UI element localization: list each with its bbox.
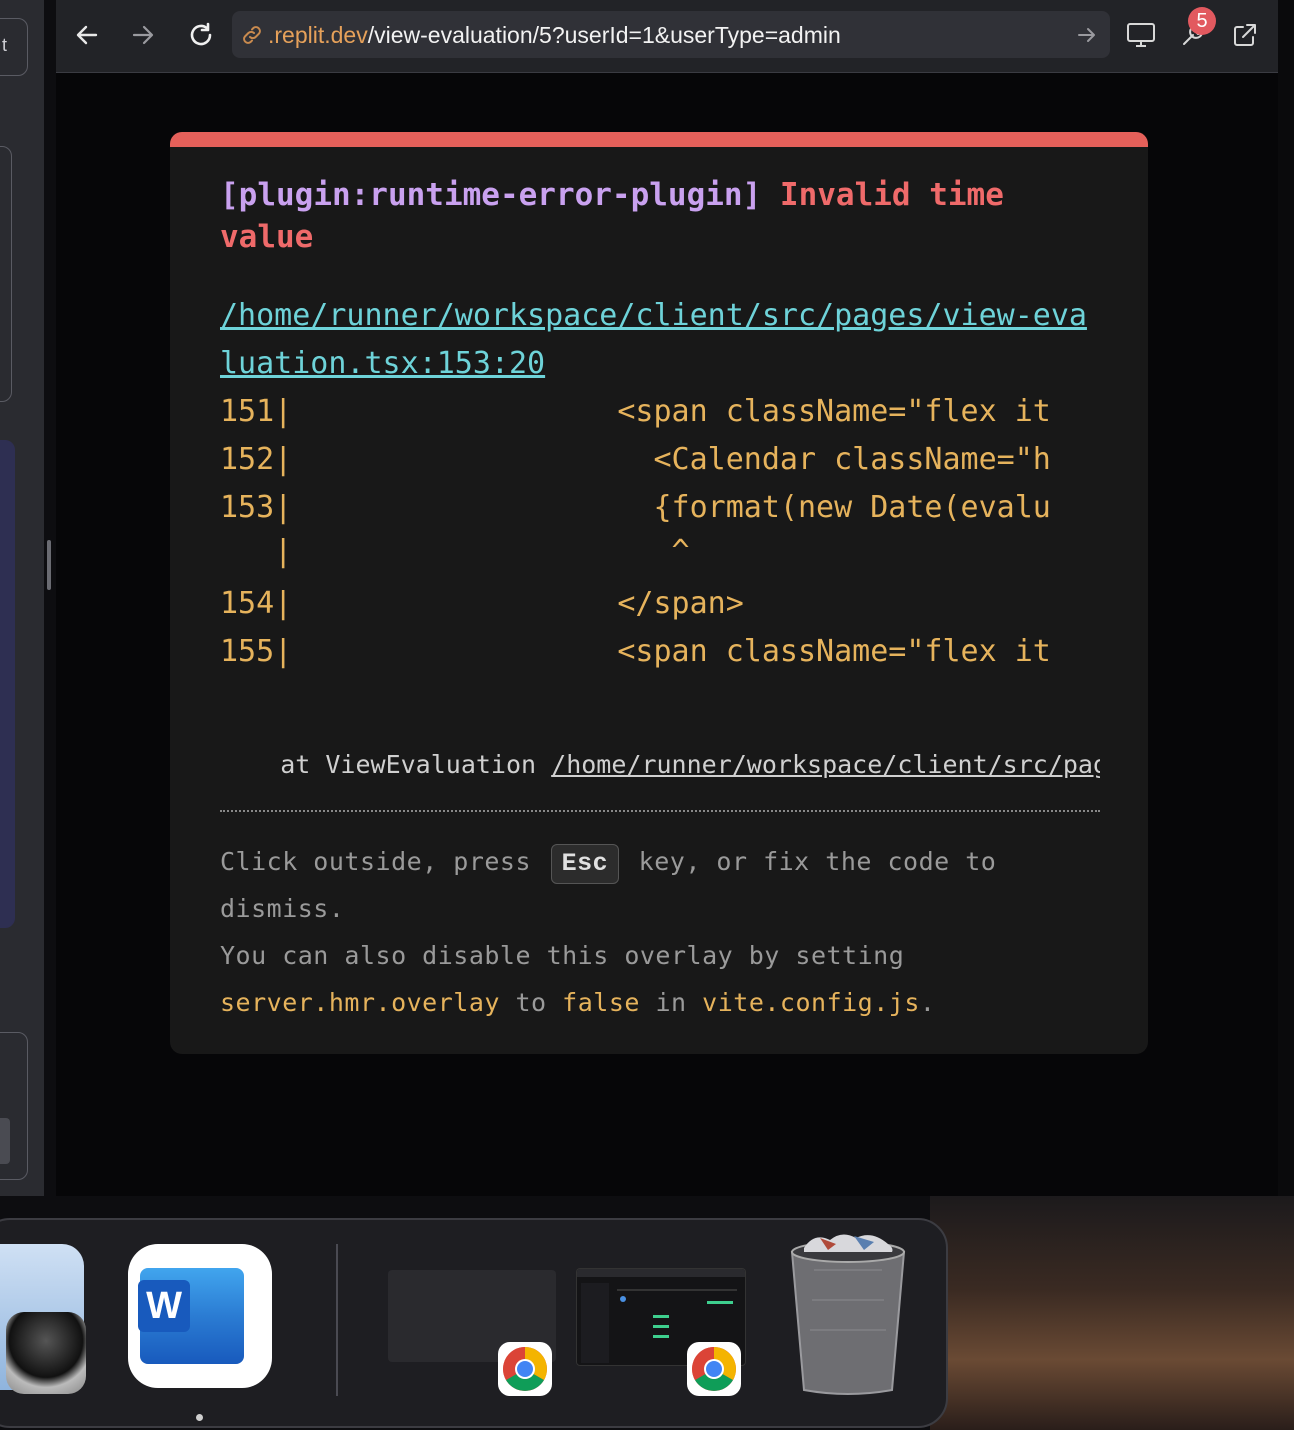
chrome-icon	[498, 1342, 552, 1396]
notification-badge: 5	[1188, 7, 1216, 35]
word-letter: W	[138, 1280, 190, 1332]
external-link-icon	[1234, 24, 1256, 46]
reload-button[interactable]	[186, 18, 216, 52]
config-key: server.hmr.overlay	[220, 988, 500, 1017]
forward-button[interactable]	[128, 18, 158, 52]
config-file: vite.config.js	[702, 988, 920, 1017]
dismiss-tip: Click outside, press Esc key, or fix the…	[220, 838, 1100, 1026]
chrome-icon	[687, 1342, 741, 1396]
code-caret-line: | ^	[220, 534, 690, 569]
sidebar-panel	[0, 146, 12, 402]
error-overlay: [plugin:runtime-error-plugin] Invalid ti…	[170, 132, 1148, 1054]
desktop-wallpaper	[930, 1196, 1294, 1430]
tip-text: You can also disable this overlay by set…	[220, 941, 905, 970]
sidebar-button[interactable]: t	[0, 18, 28, 76]
link-icon	[243, 26, 261, 44]
magnifier-icon	[6, 1312, 86, 1394]
monitor-icon	[1127, 23, 1155, 47]
window-edge	[1278, 0, 1294, 1212]
reload-icon	[190, 22, 212, 46]
stack-path-link[interactable]: /home/runner/workspace/client/src/pages/…	[551, 750, 1100, 779]
sidebar-button-label: t	[2, 35, 8, 55]
tip-text: to	[515, 988, 547, 1017]
code-line: 151| <span className="flex it	[220, 394, 1051, 429]
tip-text: Click outside, press	[220, 847, 532, 876]
device-preview-button[interactable]	[1126, 18, 1156, 52]
arrow-left-icon	[76, 25, 98, 45]
dock-separator	[336, 1244, 338, 1396]
esc-key: Esc	[550, 844, 620, 884]
error-accent-bar	[170, 132, 1148, 147]
url-text: .replit.dev/view-evaluation/5?userId=1&u…	[268, 22, 841, 49]
sidebar-mini-button[interactable]	[0, 1118, 10, 1164]
code-line: 153| {format(new Date(evalu	[220, 490, 1051, 525]
code-frame: 151| <span className="flex it 152| <Cale…	[220, 388, 1100, 688]
tip-text: .	[919, 988, 936, 1017]
back-button[interactable]	[72, 18, 102, 52]
sidebar-active-panel[interactable]	[0, 440, 15, 928]
running-indicator	[196, 1414, 203, 1421]
trash-icon[interactable]	[784, 1230, 912, 1396]
url-path: /view-evaluation/5?userId=1&userType=adm…	[367, 22, 841, 48]
left-sidebar: t	[0, 0, 44, 1196]
browser-toolbar: .replit.dev/view-evaluation/5?userId=1&u…	[56, 0, 1278, 73]
arrow-right-icon	[132, 25, 154, 45]
plugin-name: [plugin:runtime-error-plugin]	[220, 177, 762, 213]
url-bar[interactable]: .replit.dev/view-evaluation/5?userId=1&u…	[232, 11, 1110, 58]
error-message: [plugin:runtime-error-plugin] Invalid ti…	[220, 174, 1100, 258]
resize-handle[interactable]	[47, 540, 51, 590]
stack-trace: at ViewEvaluation /home/runner/workspace…	[220, 750, 1100, 779]
code-line: 152| <Calendar className="h	[220, 442, 1051, 477]
divider	[220, 810, 1100, 812]
tip-text: in	[655, 988, 687, 1017]
config-value: false	[562, 988, 640, 1017]
code-line: 154| </span>	[220, 586, 744, 621]
code-line: 155| <span className="flex it	[220, 634, 1051, 669]
open-in-new-tab-button[interactable]	[1230, 18, 1260, 52]
word-icon[interactable]: W	[128, 1244, 272, 1388]
stack-prefix: at ViewEvaluation	[220, 750, 552, 779]
url-host: .replit.dev	[268, 22, 368, 48]
error-file-link[interactable]: /home/runner/workspace/client/src/pages/…	[220, 292, 1100, 388]
go-arrow-icon	[1078, 28, 1095, 42]
